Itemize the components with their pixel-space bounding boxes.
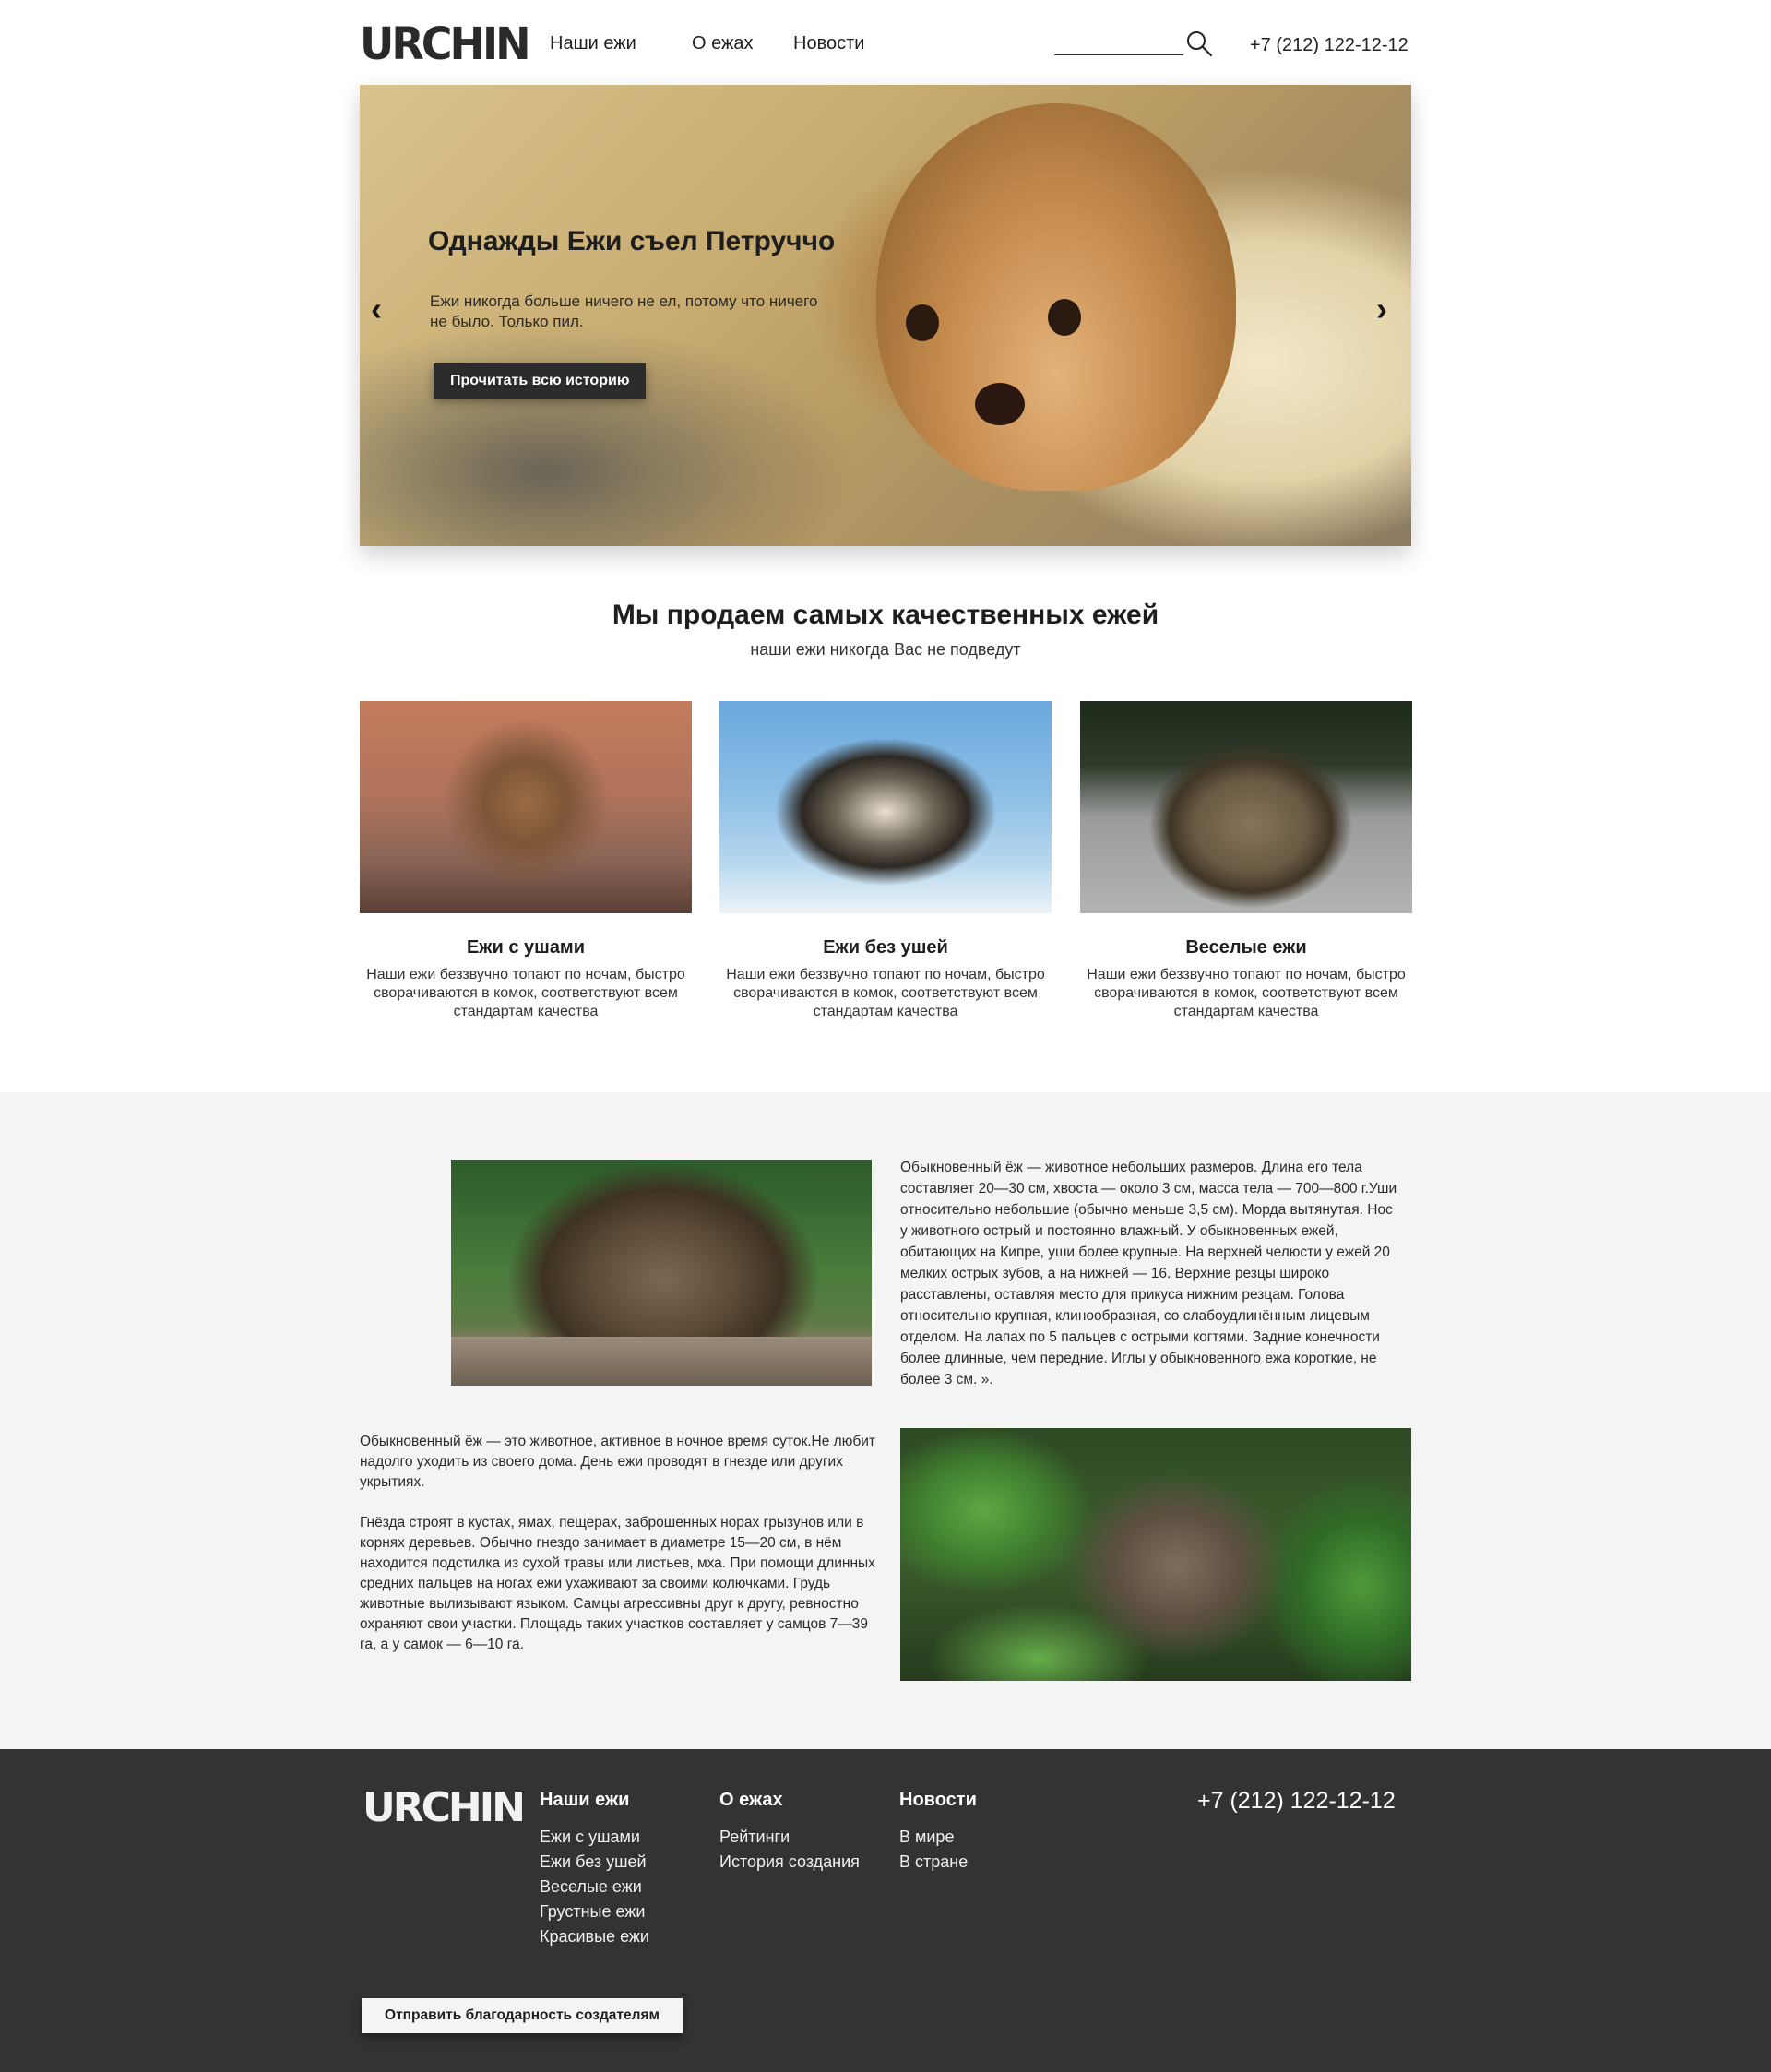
products-subtitle: наши ежи никогда Вас не подведут [750,640,1021,659]
footer-phone[interactable]: +7 (212) 122-12-12 [1197,1788,1396,1815]
search-input[interactable] [1054,54,1183,55]
product-image[interactable] [360,701,692,913]
read-story-button[interactable]: Прочитать всю историю [434,363,647,399]
footer-column-title[interactable]: Наши ежи [540,1790,629,1811]
product-title[interactable]: Ежи без ушей [719,937,1052,959]
footer: URCHIN Наши ежи Ежи с ушами Ежи без ушей… [0,1749,1771,2072]
product-card[interactable]: Ежи с ушами Наши ежи беззвучно топают по… [360,701,692,1021]
info-image-hedgehog-leaves [900,1428,1411,1681]
footer-link[interactable]: В стране [899,1850,968,1875]
hero-image [876,103,1236,491]
footer-link[interactable]: Ежи без ушей [540,1850,649,1875]
nav-item-news[interactable]: Новости [793,33,864,54]
hero-image-eye [906,304,939,341]
footer-links-hedgehogs: Ежи с ушами Ежи без ушей Веселые ежи Гру… [540,1825,649,1949]
footer-link[interactable]: В мире [899,1825,968,1850]
logo[interactable]: URCHIN [360,18,531,70]
product-description: Наши ежи беззвучно топают по ночам, быст… [726,967,1045,1019]
footer-column-title[interactable]: Новости [899,1790,977,1811]
footer-link[interactable]: История создания [719,1850,860,1875]
send-thanks-button[interactable]: Отправить благодарность создателям [362,1998,683,2033]
product-description: Наши ежи беззвучно топают по ночам, быст… [366,967,685,1019]
footer-link[interactable]: Грустные ежи [540,1899,649,1924]
product-image[interactable] [719,701,1052,913]
info-text-description: Обыкновенный ёж — животное небольших раз… [900,1160,1397,1387]
product-description: Наши ежи беззвучно топают по ночам, быст… [1087,967,1406,1019]
info-section [0,1092,1771,1749]
info-image-hedgehog-log [451,1160,872,1386]
footer-links-about: Рейтинги История создания [719,1825,860,1875]
footer-logo[interactable]: URCHIN [363,1784,526,1831]
footer-link[interactable]: Красивые ежи [540,1924,649,1949]
info-text-habits: Обыкновенный ёж — это животное, активное… [360,1434,875,1490]
info-image-log [451,1337,872,1386]
info-text-nests: Гнёзда строят в кустах, ямах, пещерах, з… [360,1515,875,1652]
hero-image-nose [975,383,1025,425]
hero-slider: ‹ › Однажды Ежи съел Петруччо Ежи никогд… [360,85,1411,546]
hero-image-eye [1048,299,1081,336]
search-icon[interactable] [1185,30,1213,57]
product-title[interactable]: Ежи с ушами [360,937,692,959]
chevron-left-icon[interactable]: ‹ [371,290,382,328]
header: URCHIN Наши ежи О ежах Новости +7 (212) … [0,0,1771,85]
footer-link[interactable]: Веселые ежи [540,1875,649,1899]
product-card[interactable]: Веселые ежи Наши ежи беззвучно топают по… [1080,701,1412,1021]
footer-link[interactable]: Рейтинги [719,1825,860,1850]
nav-item-about[interactable]: О ежах [692,33,754,54]
product-title[interactable]: Веселые ежи [1080,937,1412,959]
products-title: Мы продаем самых качественных ежей [612,600,1159,630]
product-card[interactable]: Ежи без ушей Наши ежи беззвучно топают п… [719,701,1052,1021]
hero-title: Однажды Ежи съел Петруччо [428,226,836,256]
footer-link[interactable]: Ежи с ушами [540,1825,649,1850]
footer-column-title[interactable]: О ежах [719,1790,783,1811]
hero-text: Ежи никогда больше ничего не ел, потому … [430,292,818,330]
product-image[interactable] [1080,701,1412,913]
chevron-right-icon[interactable]: › [1376,290,1387,328]
footer-links-news: В мире В стране [899,1825,968,1875]
header-phone[interactable]: +7 (212) 122-12-12 [1250,35,1408,56]
nav-item-our-hedgehogs[interactable]: Наши ежи [550,33,636,54]
